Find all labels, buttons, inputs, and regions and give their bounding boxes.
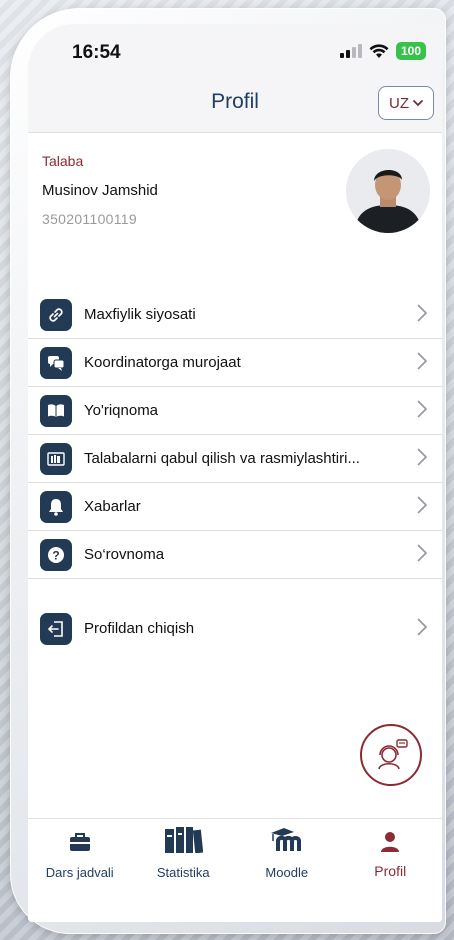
books-icon <box>165 827 204 853</box>
chevron-right-icon <box>417 448 428 466</box>
language-label: UZ <box>389 94 409 112</box>
language-selector[interactable]: UZ <box>378 86 434 120</box>
book-icon <box>40 394 72 427</box>
status-time: 16:54 <box>72 42 121 63</box>
menu-item-messages[interactable]: Xabarlar <box>28 483 442 531</box>
briefcase-icon <box>69 833 90 851</box>
avatar[interactable] <box>346 149 430 233</box>
menu-item-label: So‘rovnoma <box>84 546 165 563</box>
menu-item-label: Koordinatorga murojaat <box>84 354 241 371</box>
menu-item-admission[interactable]: Talabalarni qabul qilish va rasmiylashti… <box>28 435 442 483</box>
chevron-right-icon <box>417 400 428 418</box>
chevron-right-icon <box>417 352 428 370</box>
menu-item-label: Xabarlar <box>84 498 141 515</box>
logout-icon <box>40 612 72 645</box>
profile-card: Talaba Musinov Jamshid 350201100119 <box>28 133 442 283</box>
menu-item-label: Yo'riqnoma <box>84 402 159 419</box>
tab-label: Statistika <box>156 865 210 880</box>
support-call-button[interactable] <box>360 724 422 786</box>
status-icons: 100 <box>339 42 426 60</box>
chevron-right-icon <box>417 618 428 636</box>
link-icon <box>40 298 72 331</box>
tab-label: Profil <box>374 863 407 879</box>
chevron-right-icon <box>417 496 428 514</box>
profile-student-id: 350201100119 <box>42 211 137 227</box>
menu-item-guide[interactable]: Yo'riqnoma <box>28 387 442 435</box>
bell-icon <box>40 490 72 523</box>
books-icon <box>40 442 72 475</box>
chat-icon <box>40 346 72 379</box>
tab-label: Moodle <box>265 865 309 880</box>
svg-text:?: ? <box>52 548 59 562</box>
menu-list: Maxfiylik siyosati Koordinatorga murojaa… <box>28 291 442 652</box>
moodle-icon <box>270 828 301 851</box>
menu-item-label: Maxfiylik siyosati <box>84 306 196 323</box>
question-icon: ? <box>40 538 72 571</box>
chevron-down-icon <box>413 100 423 107</box>
chevron-right-icon <box>417 304 428 322</box>
tab-profile[interactable]: Profil <box>339 819 443 922</box>
support-agent-icon <box>378 739 408 770</box>
menu-item-label: Talabalarni qabul qilish va rasmiylashti… <box>84 450 360 467</box>
profile-role: Talaba <box>42 153 84 169</box>
app-screen: 16:54 100 Profil UZ Talaba Musinov Jamsh… <box>28 24 442 922</box>
user-icon <box>381 832 400 852</box>
menu-item-privacy-policy[interactable]: Maxfiylik siyosati <box>28 291 442 339</box>
logout-label: Profildan chiqish <box>84 620 195 637</box>
bottom-tab-bar: Dars jadvali Statistika Moodle Profil <box>28 818 442 922</box>
menu-item-coordinator-contact[interactable]: Koordinatorga murojaat <box>28 339 442 387</box>
battery-indicator: 100 <box>395 42 426 60</box>
top-bar: 16:54 100 Profil UZ <box>28 24 442 133</box>
tab-schedule[interactable]: Dars jadvali <box>28 819 132 922</box>
logout-button[interactable]: Profildan chiqish <box>28 605 442 652</box>
tab-label: Dars jadvali <box>45 865 114 880</box>
signal-icon <box>339 44 362 58</box>
chevron-right-icon <box>417 544 428 562</box>
menu-item-survey[interactable]: ? So‘rovnoma <box>28 531 442 579</box>
tab-moodle[interactable]: Moodle <box>235 819 339 922</box>
wifi-icon <box>369 43 389 58</box>
profile-name: Musinov Jamshid <box>42 182 158 199</box>
tab-statistics[interactable]: Statistika <box>132 819 236 922</box>
